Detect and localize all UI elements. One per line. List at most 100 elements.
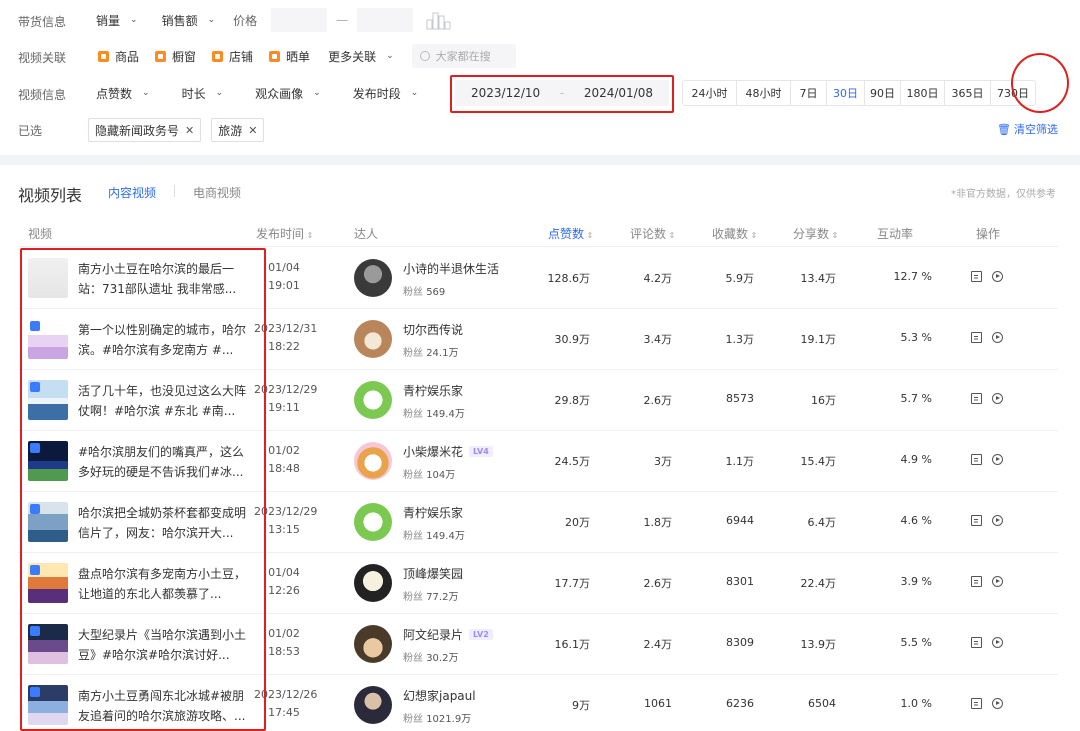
table-row[interactable]: 盘点哈尔滨有多宠南方小土豆，让地道的东北人都羡慕了... 01/04 12:26 顶峰… [18,553,1058,614]
likes-dropdown[interactable]: 点赞数 ⌄ [88,81,158,105]
sales-amount-dropdown[interactable]: 销售额 ⌄ [154,8,224,32]
avatar[interactable] [354,442,392,480]
table-row[interactable]: 南方小土豆在哈尔滨的最后一站：731部队遗址 我非常感... 01/04 19:01… [18,248,1058,309]
video-title[interactable]: 第一个以性别确定的城市，哈尔滨。#哈尔滨有多宠南方 #... [78,320,246,360]
author-name[interactable]: 青柠娱乐家 [403,504,463,521]
video-title[interactable]: 活了几十年，也没见过这么大阵仗啊！#哈尔滨 #东北 #南... [78,381,246,421]
avatar[interactable] [354,259,392,297]
avatar[interactable] [354,564,392,602]
play-icon[interactable] [992,637,1003,648]
tab-ecom-video[interactable]: 电商视频 [193,184,241,201]
video-thumbnail[interactable] [28,380,68,420]
video-title[interactable]: 哈尔滨把全城奶茶杯套都变成明信片了，网友：哈尔滨开大... [78,503,246,543]
author-name-group: 青柠娱乐家 [403,382,463,399]
author-name[interactable]: 小柴爆米花 [403,443,463,460]
col-favorites[interactable]: 收藏数 [712,225,757,242]
date-range-picker[interactable]: 2023/12/10 - 2024/01/08 [455,80,669,106]
col-likes[interactable]: 点赞数 [548,225,593,242]
avatar[interactable] [354,686,392,724]
assoc-showcase-link[interactable]: 橱窗 [149,44,202,68]
col-comments[interactable]: 评论数 [630,225,675,242]
video-thumbnail[interactable] [28,624,68,664]
table-row[interactable]: 第一个以性别确定的城市，哈尔滨。#哈尔滨有多宠南方 #... 2023/12/31… [18,309,1058,370]
author-name[interactable]: 顶峰爆笑园 [403,565,463,582]
tab-content-video[interactable]: 内容视频 [108,184,156,201]
play-icon[interactable] [992,576,1003,587]
details-icon[interactable] [971,393,982,404]
range-24h[interactable]: 24小时 [683,81,737,105]
range-180d[interactable]: 180日 [901,81,945,105]
video-title[interactable]: 盘点哈尔滨有多宠南方小土豆，让地道的东北人都羡慕了... [78,564,246,604]
range-730d[interactable]: 730日 [991,81,1035,105]
play-icon[interactable] [992,332,1003,343]
play-icon[interactable] [992,515,1003,526]
duration-dropdown[interactable]: 时长 ⌄ [174,81,232,105]
search-icon [419,51,430,61]
assoc-goods-link[interactable]: 商品 [92,44,145,68]
details-icon[interactable] [971,698,982,709]
sales-volume-dropdown[interactable]: 销量 ⌄ [88,8,146,32]
video-title[interactable]: 南方小土豆在哈尔滨的最后一站：731部队遗址 我非常感... [78,259,246,299]
video-thumbnail[interactable] [28,319,68,359]
table-row[interactable]: 哈尔滨把全城奶茶杯套都变成明信片了，网友：哈尔滨开大... 2023/12/29 1… [18,492,1058,553]
details-icon[interactable] [971,515,982,526]
range-30d[interactable]: 30日 [827,81,865,105]
avatar[interactable] [354,625,392,663]
range-90d[interactable]: 90日 [865,81,901,105]
table-row[interactable]: 南方小土豆勇闯东北冰城#被朋友追着问的哈尔滨旅游攻略、... 2023/12/26… [18,675,1058,731]
avatar[interactable] [354,503,392,541]
avatar[interactable] [354,320,392,358]
video-thumbnail[interactable] [28,441,68,481]
assoc-review-link[interactable]: 晒单 [263,44,316,68]
col-shares[interactable]: 分享数 [793,225,838,242]
details-icon[interactable] [971,637,982,648]
audience-dropdown[interactable]: 观众画像 ⌄ [247,81,329,105]
details-icon[interactable] [971,576,982,587]
author-name[interactable]: 小诗的半退休生活 [403,260,499,277]
table-row[interactable]: 活了几十年，也没见过这么大阵仗啊！#哈尔滨 #东北 #南... 2023/12/2… [18,370,1058,431]
clear-filter-button[interactable]: 🗑 清空筛选 [997,121,1058,137]
col-publish-time[interactable]: 发布时间 [256,225,313,242]
range-48h[interactable]: 48小时 [737,81,791,105]
play-icon[interactable] [992,454,1003,465]
video-title[interactable]: 南方小土豆勇闯东北冰城#被朋友追着问的哈尔滨旅游攻略、... [78,686,246,726]
range-365d[interactable]: 365日 [945,81,991,105]
date-start[interactable]: 2023/12/10 [471,86,540,100]
close-icon[interactable]: ✕ [185,124,194,137]
price-histogram-icon[interactable] [425,10,457,30]
video-title[interactable]: 大型纪录片《当哈尔滨遇到小土豆》#哈尔滨#哈尔滨讨好... [78,625,246,665]
play-icon[interactable] [992,271,1003,282]
author-name[interactable]: 青柠娱乐家 [403,382,463,399]
publish-slot-dropdown[interactable]: 发布时段 ⌄ [345,81,427,105]
engagement-value: 3.9 % [900,575,932,588]
video-thumbnail[interactable] [28,502,68,542]
play-icon[interactable] [992,698,1003,709]
play-icon[interactable] [992,393,1003,404]
engagement-value: 5.7 % [900,392,932,405]
date-end[interactable]: 2024/01/08 [584,86,653,100]
fan-count: 粉丝 104万 [403,466,455,481]
price-min-input[interactable] [271,8,328,32]
author-name[interactable]: 幻想家japaul [403,687,476,704]
author-name[interactable]: 阿文纪录片 [403,626,463,643]
assoc-shop-link[interactable]: 店铺 [206,44,259,68]
more-assoc-dropdown[interactable]: 更多关联 ⌄ [320,44,402,68]
table-row[interactable]: #哈尔滨朋友们的嘴真严，这么多好玩的硬是不告诉我们#冰... 01/02 18:48… [18,431,1058,492]
video-thumbnail[interactable] [28,685,68,725]
avatar[interactable] [354,381,392,419]
video-thumbnail[interactable] [28,258,68,298]
price-max-input[interactable] [357,8,414,32]
details-icon[interactable] [971,332,982,343]
video-thumbnail[interactable] [28,563,68,603]
goods-filters: 销量 ⌄ 销售额 ⌄ 价格 — [88,8,457,32]
author-name[interactable]: 切尔西传说 [403,321,463,338]
fans-prefix: 粉丝 [403,714,423,725]
details-icon[interactable] [971,454,982,465]
row-actions [971,454,1003,465]
hot-search-input[interactable]: 大家都在搜 [411,44,516,68]
close-icon[interactable]: ✕ [248,124,257,137]
details-icon[interactable] [971,271,982,282]
range-7d[interactable]: 7日 [791,81,827,105]
video-title[interactable]: #哈尔滨朋友们的嘴真严，这么多好玩的硬是不告诉我们#冰... [78,442,246,482]
table-row[interactable]: 大型纪录片《当哈尔滨遇到小土豆》#哈尔滨#哈尔滨讨好... 01/02 18:53 阿… [18,614,1058,675]
